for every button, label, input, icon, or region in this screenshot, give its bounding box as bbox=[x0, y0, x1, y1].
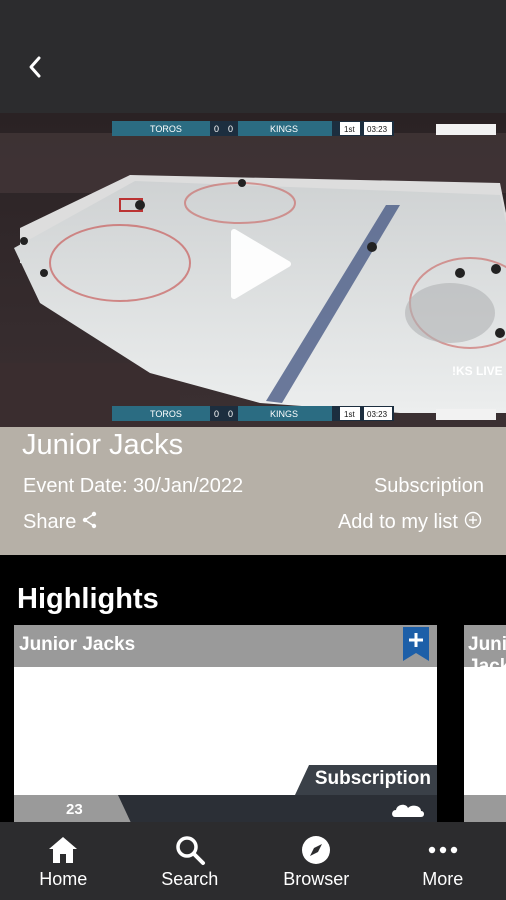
add-circle-icon bbox=[464, 511, 482, 528]
nav-more-label: More bbox=[422, 869, 464, 889]
cloud-icon bbox=[392, 804, 424, 817]
subscription-tag-label: Subscription bbox=[314, 768, 431, 789]
card-footer: 23 bbox=[14, 795, 437, 825]
share-icon bbox=[83, 511, 97, 528]
share-label: Share bbox=[23, 511, 77, 533]
access-label: Subscription bbox=[373, 475, 484, 497]
compass-icon bbox=[302, 836, 331, 864]
home-team-label-bottom: TOROS bbox=[150, 409, 182, 419]
card-footer bbox=[464, 795, 506, 825]
card-header: Junior Jacks bbox=[14, 625, 437, 667]
bookmark-plus-icon bbox=[403, 627, 429, 661]
play-icon bbox=[231, 229, 291, 299]
video-player[interactable]: TOROS 0 0 KINGS 1st 03:23 TOROS 0 0 KING… bbox=[0, 113, 506, 427]
clock-label-bottom: 03:23 bbox=[367, 410, 388, 419]
bottom-navigation: Home Search Browser More bbox=[0, 822, 506, 900]
bookmark-add-button[interactable] bbox=[403, 627, 429, 661]
search-icon bbox=[176, 836, 205, 865]
event-date: Event Date: 30/Jan/2022 bbox=[23, 475, 244, 497]
nav-browser-label: Browser bbox=[283, 869, 350, 889]
share-button[interactable]: Share bbox=[23, 511, 98, 534]
period-label: 1st bbox=[344, 125, 355, 134]
subscription-tag: Subscription bbox=[295, 765, 437, 795]
nav-home[interactable]: Home bbox=[0, 822, 127, 900]
home-icon bbox=[49, 837, 78, 863]
nav-search-label: Search bbox=[161, 869, 219, 889]
highlight-count: 23 bbox=[66, 801, 83, 818]
event-title: Junior Jacks bbox=[22, 429, 184, 461]
highlight-card-partial[interactable]: Junior Jacks bbox=[464, 625, 506, 825]
highlights-heading: Highlights bbox=[17, 583, 159, 615]
card-title: Junior Jacks bbox=[468, 634, 506, 677]
home-score-bottom: 0 bbox=[214, 409, 219, 419]
away-score-bottom: 0 bbox=[228, 409, 233, 419]
away-score: 0 bbox=[228, 124, 233, 134]
back-button[interactable] bbox=[20, 52, 50, 82]
chevron-left-icon bbox=[29, 56, 41, 78]
add-to-list-label: Add to my list bbox=[337, 511, 458, 533]
period-label-bottom: 1st bbox=[344, 410, 355, 419]
add-to-list-button[interactable]: Add to my list bbox=[338, 511, 482, 534]
event-info-panel: Junior Jacks Event Date: 30/Jan/2022 Sub… bbox=[0, 427, 506, 555]
nav-search[interactable]: Search bbox=[127, 822, 254, 900]
play-button[interactable] bbox=[212, 222, 296, 306]
card-header: Junior Jacks bbox=[464, 625, 506, 677]
home-team-label: TOROS bbox=[150, 124, 182, 134]
top-bar bbox=[0, 0, 506, 113]
card-title: Junior Jacks bbox=[19, 634, 136, 655]
home-score: 0 bbox=[214, 124, 219, 134]
count-tab: 23 bbox=[14, 795, 132, 825]
away-team-label: KINGS bbox=[270, 124, 298, 134]
nav-more[interactable]: More bbox=[380, 822, 506, 900]
more-icon bbox=[428, 846, 457, 854]
nav-browser[interactable]: Browser bbox=[253, 822, 380, 900]
nav-home-label: Home bbox=[39, 869, 88, 889]
clock-label: 03:23 bbox=[367, 125, 388, 134]
away-team-label-bottom: KINGS bbox=[270, 409, 298, 419]
highlight-card[interactable]: Junior Jacks Subscription 23 bbox=[14, 625, 437, 825]
watermark-logo: !KS LIVE bbox=[452, 364, 503, 378]
